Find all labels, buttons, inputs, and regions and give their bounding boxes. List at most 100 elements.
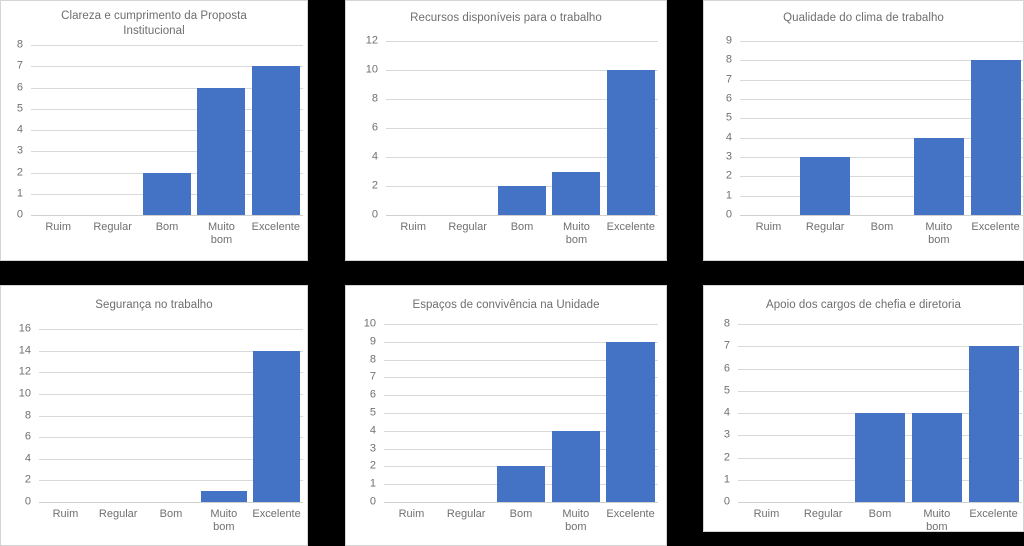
y-axis-tick-label: 8 bbox=[725, 53, 732, 66]
bar-series bbox=[738, 324, 1022, 502]
x-axis: Ruim Regular Bom Muito bom Excelente bbox=[740, 221, 1023, 247]
x-axis-tick-label: Regular bbox=[93, 221, 132, 233]
bar bbox=[970, 60, 1021, 215]
chart-panel: Segurança no trabalho 0 2 4 6 8 10 12 14 16 Ruim Re… bbox=[0, 285, 308, 546]
x-axis: Ruim Regular Bom Muito bom Excelente bbox=[384, 508, 658, 534]
y-axis-tick-label: 3 bbox=[16, 144, 23, 157]
bar bbox=[606, 70, 655, 215]
chart-panel: Qualidade do clima de trabalho 0 1 2 3 4 5 6 7 8 9… bbox=[703, 0, 1024, 261]
bar bbox=[251, 66, 300, 215]
bar bbox=[498, 186, 546, 215]
y-axis-tick-label: 6 bbox=[16, 81, 23, 93]
chart-title: Recursos disponíveis para o trabalho bbox=[410, 12, 602, 24]
x-axis-tick-label: Bom bbox=[870, 221, 894, 233]
x-axis-tick-label: Regular bbox=[98, 508, 138, 520]
x-axis-tick-label: Muito bom bbox=[562, 508, 590, 533]
x-axis-tick-label: Excelente bbox=[606, 508, 655, 520]
y-axis-tick-label: 4 bbox=[16, 123, 23, 136]
y-axis: 0 1 2 3 4 5 6 7 8 9 bbox=[712, 35, 736, 220]
chart-panel: Apoio dos cargos de chefia e diretoria 0 1… bbox=[703, 285, 1024, 532]
y-axis-tick-label: 0 bbox=[24, 495, 31, 508]
plot-area: 0 1 2 3 4 5 6 7 8 9 10 bbox=[346, 318, 666, 507]
plot-area: 0 1 2 3 4 5 6 7 8 bbox=[704, 318, 1023, 507]
bar bbox=[800, 157, 851, 215]
plot-canvas bbox=[384, 324, 658, 503]
y-axis-tick-label: 5 bbox=[723, 384, 730, 397]
y-axis-tick-label: 2 bbox=[369, 459, 376, 472]
y-axis: 0 2 4 6 8 10 12 bbox=[354, 35, 382, 220]
y-axis-tick-label: 10 bbox=[363, 317, 376, 330]
x-axis-tick-label: Ruim bbox=[400, 221, 427, 233]
x-axis-tick-label: Muito bom bbox=[923, 508, 951, 532]
x-axis-tick-label: Excelente bbox=[971, 221, 1020, 233]
x-axis: Ruim Regular Bom Muito bom Excelente bbox=[386, 221, 658, 247]
y-axis-tick-label: 2 bbox=[24, 473, 31, 486]
y-axis-tick-label: 2 bbox=[16, 166, 23, 178]
y-axis-tick-label: 2 bbox=[371, 179, 378, 192]
y-axis-tick-label: 9 bbox=[725, 34, 732, 47]
y-axis-tick-label: 4 bbox=[723, 406, 730, 419]
chart-panel: Clareza e cumprimento da Proposta Instit… bbox=[0, 0, 308, 261]
chart-title: Espaços de convivência na Unidade bbox=[412, 299, 600, 311]
y-axis-tick-label: 7 bbox=[723, 339, 730, 352]
y-axis-tick-label: 1 bbox=[16, 187, 23, 200]
bar bbox=[855, 413, 905, 502]
x-axis-tick-label: Bom bbox=[510, 221, 534, 233]
x-axis-tick-label: Muito bom bbox=[562, 221, 590, 246]
plot-canvas bbox=[386, 41, 658, 216]
y-axis-tick-label: 8 bbox=[16, 38, 23, 51]
bar bbox=[913, 137, 964, 215]
plot-area: 0 2 4 6 8 10 12 14 16 bbox=[1, 323, 307, 507]
y-axis-tick-label: 16 bbox=[18, 322, 31, 335]
bar-series bbox=[740, 41, 1023, 215]
x-axis-tick-label: Muito bom bbox=[925, 221, 953, 246]
gridline bbox=[39, 502, 303, 503]
y-axis-tick-label: 2 bbox=[723, 451, 730, 463]
y-axis-tick-label: 1 bbox=[723, 473, 730, 486]
y-axis-tick-label: 0 bbox=[725, 208, 732, 221]
x-axis-tick-label: Regular bbox=[803, 508, 843, 520]
y-axis-tick-label: 7 bbox=[725, 73, 732, 86]
y-axis-tick-label: 0 bbox=[16, 208, 23, 221]
y-axis: 0 1 2 3 4 5 6 7 8 9 10 bbox=[352, 318, 380, 507]
y-axis-tick-label: 5 bbox=[16, 102, 23, 115]
bar-series bbox=[31, 45, 303, 215]
y-axis-tick-label: 4 bbox=[371, 150, 378, 163]
x-axis-tick-label: Excelente bbox=[606, 221, 655, 233]
plot-area: 0 1 2 3 4 5 6 7 8 bbox=[1, 39, 307, 220]
gridline bbox=[738, 502, 1022, 503]
y-axis-tick-label: 3 bbox=[723, 428, 730, 441]
bar bbox=[911, 413, 962, 502]
bar-series bbox=[386, 41, 658, 215]
chart-title: Qualidade do clima de trabalho bbox=[783, 12, 944, 24]
y-axis-tick-label: 3 bbox=[369, 442, 376, 455]
y-axis-tick-label: 8 bbox=[371, 92, 378, 105]
y-axis-tick-label: 0 bbox=[369, 495, 376, 508]
bar bbox=[253, 350, 300, 502]
x-axis-tick-label: Excelente bbox=[252, 508, 301, 520]
plot-canvas bbox=[39, 329, 303, 503]
x-axis-tick-label: Bom bbox=[868, 508, 892, 520]
x-axis-tick-label: Muito bom bbox=[207, 221, 235, 246]
y-axis-tick-label: 4 bbox=[24, 452, 31, 465]
y-axis-tick-label: 2 bbox=[725, 169, 732, 182]
y-axis-tick-label: 1 bbox=[369, 477, 376, 490]
x-axis-tick-label: Ruim bbox=[398, 508, 425, 520]
bar-series bbox=[384, 324, 658, 502]
y-axis-tick-label: 6 bbox=[369, 388, 376, 401]
gridline bbox=[384, 502, 658, 503]
y-axis: 0 1 2 3 4 5 6 7 8 bbox=[710, 318, 734, 507]
y-axis-tick-label: 6 bbox=[725, 92, 732, 105]
y-axis-tick-label: 12 bbox=[18, 365, 31, 378]
y-axis-tick-label: 6 bbox=[723, 362, 730, 374]
x-axis-tick-label: Excelente bbox=[251, 221, 300, 233]
y-axis: 0 2 4 6 8 10 12 14 16 bbox=[7, 323, 35, 507]
y-axis-tick-label: 4 bbox=[369, 424, 376, 437]
y-axis-tick-label: 8 bbox=[369, 353, 376, 366]
y-axis-tick-label: 12 bbox=[365, 34, 378, 47]
y-axis-tick-label: 6 bbox=[24, 430, 31, 443]
bar-series bbox=[39, 329, 303, 502]
bar bbox=[968, 346, 1019, 502]
y-axis-tick-label: 3 bbox=[725, 150, 732, 163]
y-axis-tick-label: 8 bbox=[723, 317, 730, 330]
